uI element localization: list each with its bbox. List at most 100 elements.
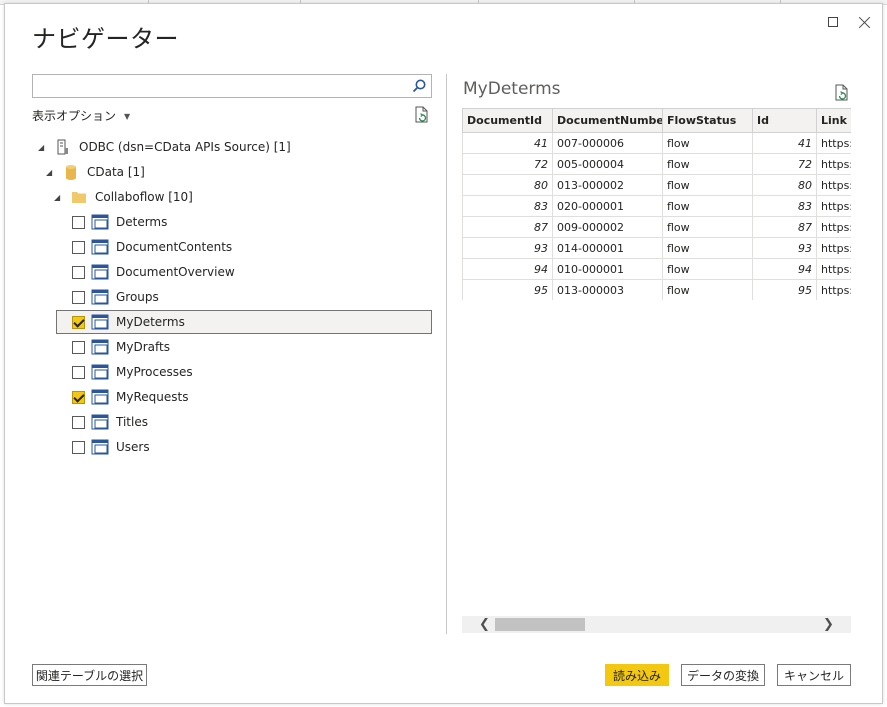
- table-checkbox[interactable]: [72, 315, 85, 329]
- scroll-left-icon[interactable]: ❮: [476, 616, 493, 633]
- preview-title: MyDeterms: [463, 79, 561, 99]
- table-cell: 009-000002: [552, 216, 663, 238]
- tree-item-table[interactable]: DocumentOverview: [72, 261, 235, 283]
- tree-item-label: DocumentContents: [116, 240, 233, 254]
- table-cell: flow: [662, 195, 753, 217]
- search-input[interactable]: [33, 75, 403, 97]
- table-cell: https:/: [816, 279, 851, 300]
- table-row: 41007-000006flow41https:/: [462, 132, 851, 154]
- table-cell: 94: [462, 258, 553, 280]
- table-cell: 014-000001: [552, 237, 663, 259]
- tree-item-label: DocumentOverview: [116, 265, 235, 279]
- tree-item-table[interactable]: Groups: [72, 286, 159, 308]
- load-button[interactable]: 読み込み: [605, 664, 669, 686]
- search-box: [32, 74, 432, 98]
- table-cell: https:/: [816, 216, 851, 238]
- table-cell: 72: [752, 153, 817, 175]
- table-checkbox[interactable]: [72, 415, 85, 429]
- tree-item-table[interactable]: MyProcesses: [72, 361, 193, 383]
- table-cell: flow: [662, 258, 753, 280]
- table-cell: 013-000002: [552, 174, 663, 196]
- scroll-thumb[interactable]: [495, 618, 585, 631]
- column-header[interactable]: Link: [816, 108, 851, 133]
- maximize-icon: [828, 17, 838, 27]
- tree-label-database: CData [1]: [87, 165, 145, 179]
- table-checkbox[interactable]: [72, 340, 85, 354]
- table-row: 94010-000001flow94https:/: [462, 258, 851, 280]
- scroll-right-icon[interactable]: ❯: [820, 616, 837, 633]
- tree-item-table[interactable]: Users: [72, 436, 150, 458]
- column-header[interactable]: Id: [752, 108, 817, 133]
- table-row: 87009-000002flow87https:/: [462, 216, 851, 238]
- table-icon: [91, 438, 109, 456]
- table-icon: [91, 363, 109, 381]
- column-header[interactable]: FlowStatus: [662, 108, 753, 133]
- tree-node-schema[interactable]: ◢ Collaboflow [10]: [54, 186, 193, 208]
- tree-item-table[interactable]: Determs: [72, 211, 167, 233]
- table-cell: flow: [662, 237, 753, 259]
- table-cell: 80: [462, 174, 553, 196]
- table-checkbox[interactable]: [72, 390, 85, 404]
- tree-item-table[interactable]: MyDrafts: [72, 336, 170, 358]
- tree-item-table[interactable]: MyRequests: [72, 386, 188, 408]
- cancel-button[interactable]: キャンセル: [777, 664, 851, 686]
- table-cell: 95: [462, 279, 553, 300]
- tree-item-table[interactable]: DocumentContents: [72, 236, 232, 258]
- table-cell: https:/: [816, 174, 851, 196]
- table-checkbox[interactable]: [72, 215, 85, 229]
- table-checkbox[interactable]: [72, 440, 85, 454]
- expand-caret-icon[interactable]: ◢: [54, 193, 64, 202]
- table-checkbox[interactable]: [72, 365, 85, 379]
- table-checkbox[interactable]: [72, 240, 85, 254]
- expand-caret-icon[interactable]: ◢: [46, 168, 56, 177]
- table-cell: 020-000001: [552, 195, 663, 217]
- tree-item-table[interactable]: MyDeterms: [72, 311, 185, 333]
- select-related-tables-button[interactable]: 関連テーブルの選択: [32, 664, 147, 686]
- table-cell: flow: [662, 216, 753, 238]
- table-cell: 010-000001: [552, 258, 663, 280]
- table-cell: 013-000003: [552, 279, 663, 300]
- table-cell: 83: [752, 195, 817, 217]
- table-icon: [91, 238, 109, 256]
- column-header[interactable]: DocumentId: [462, 108, 553, 133]
- table-cell: 41: [462, 132, 553, 154]
- table-cell: 72: [462, 153, 553, 175]
- tree-node-database[interactable]: ◢ CData [1]: [46, 161, 145, 183]
- table-cell: 94: [752, 258, 817, 280]
- table-icon: [91, 213, 109, 231]
- table-cell: 87: [752, 216, 817, 238]
- table-checkbox[interactable]: [72, 290, 85, 304]
- maximize-button[interactable]: [821, 10, 845, 34]
- table-row: 95013-000003flow95https:/: [462, 279, 851, 300]
- folder-icon: [70, 188, 88, 206]
- refresh-icon[interactable]: [414, 106, 430, 124]
- close-button[interactable]: [853, 10, 877, 34]
- table-cell: 005-000004: [552, 153, 663, 175]
- pane-divider[interactable]: [446, 74, 447, 634]
- table-cell: 93: [462, 237, 553, 259]
- tree-item-table[interactable]: Titles: [72, 411, 148, 433]
- refresh-icon[interactable]: [834, 84, 850, 102]
- transform-data-button[interactable]: データの変換: [681, 664, 765, 686]
- table-cell: https:/: [816, 237, 851, 259]
- table-cell: https:/: [816, 258, 851, 280]
- tree-item-label: Users: [116, 440, 150, 454]
- column-header[interactable]: DocumentNumber: [552, 108, 663, 133]
- table-icon: [91, 263, 109, 281]
- display-options-dropdown[interactable]: 表示オプション ▼: [32, 107, 130, 124]
- dialog-title: ナビゲーター: [32, 25, 179, 53]
- server-icon: [54, 138, 72, 156]
- tree-node-source[interactable]: ◢ ODBC (dsn=CData APIs Source) [1]: [38, 136, 291, 158]
- table-checkbox[interactable]: [72, 265, 85, 279]
- table-icon: [91, 313, 109, 331]
- table-icon: [91, 288, 109, 306]
- close-icon: [859, 16, 871, 28]
- table-cell: 95: [752, 279, 817, 300]
- search-icon[interactable]: [411, 78, 427, 94]
- horizontal-scrollbar[interactable]: ❮ ❯: [462, 616, 851, 633]
- tree-item-label: Determs: [116, 215, 168, 229]
- display-options-label: 表示オプション: [32, 109, 117, 123]
- expand-caret-icon[interactable]: ◢: [38, 143, 48, 152]
- table-cell: 83: [462, 195, 553, 217]
- database-icon: [62, 163, 80, 181]
